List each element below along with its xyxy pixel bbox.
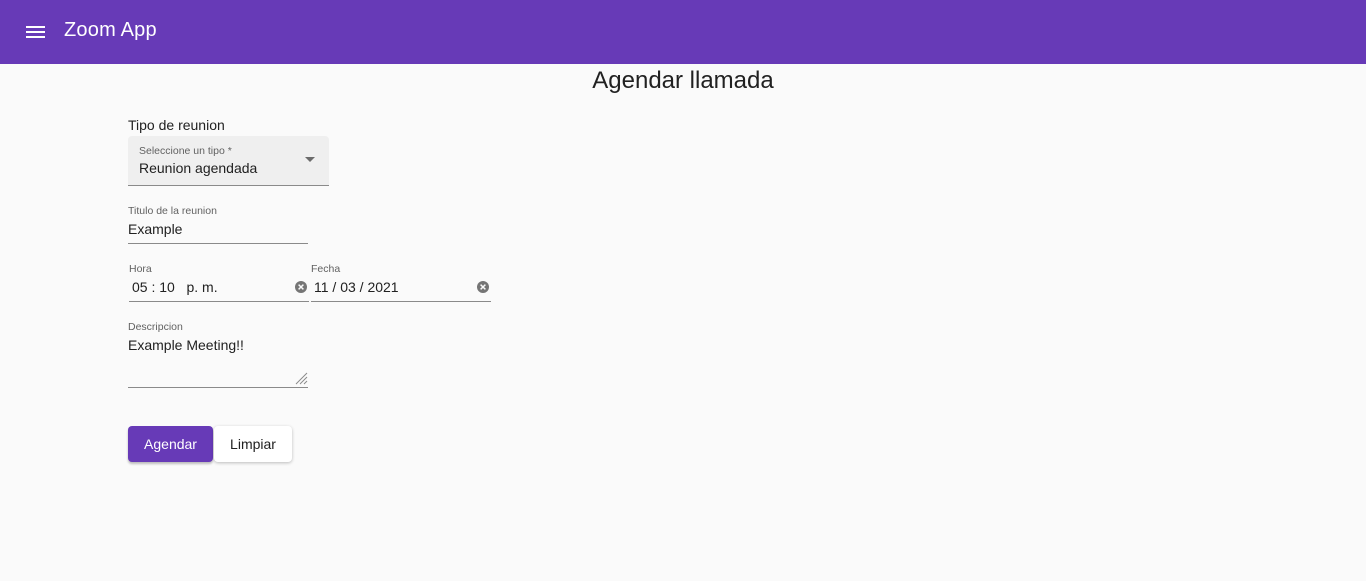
resize-handle-icon[interactable] <box>294 371 308 385</box>
description-label: Descripcion <box>128 321 183 333</box>
page-title: Agendar llamada <box>592 67 774 94</box>
time-input[interactable]: 05 : 10 p. m. <box>132 279 218 295</box>
clear-icon[interactable] <box>295 281 307 293</box>
date-field[interactable]: Fecha 11 / 03 / 2021 <box>311 263 491 302</box>
date-input[interactable]: 11 / 03 / 2021 <box>314 279 399 295</box>
schedule-button[interactable]: Agendar <box>128 426 213 462</box>
dropdown-arrow-icon <box>305 157 315 162</box>
menu-icon[interactable] <box>22 20 50 44</box>
meeting-title-input[interactable]: Example <box>128 221 182 237</box>
meeting-type-value: Reunion agendada <box>139 160 258 176</box>
app-title: Zoom App <box>64 19 157 41</box>
meeting-title-field[interactable]: Titulo de la reunion Example <box>128 205 308 244</box>
app-bar: Zoom App <box>0 0 1366 64</box>
clear-icon[interactable] <box>477 281 489 293</box>
time-field[interactable]: Hora 05 : 10 p. m. <box>129 263 309 302</box>
time-label: Hora <box>129 263 152 275</box>
meeting-title-label: Titulo de la reunion <box>128 205 217 217</box>
date-label: Fecha <box>311 263 341 275</box>
meeting-type-section-label: Tipo de reunion <box>128 117 225 133</box>
description-textarea[interactable]: Example Meeting!! <box>128 337 244 353</box>
meeting-type-label: Seleccione un tipo * <box>139 145 232 157</box>
meeting-type-select[interactable]: Seleccione un tipo * Reunion agendada <box>128 136 329 186</box>
description-field[interactable]: Descripcion Example Meeting!! <box>128 321 308 388</box>
clear-button[interactable]: Limpiar <box>214 426 292 462</box>
